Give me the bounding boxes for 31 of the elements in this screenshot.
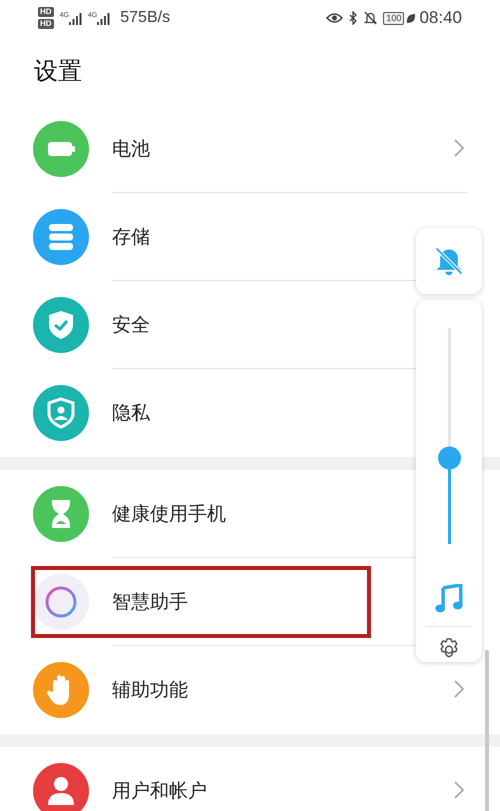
settings-item-label[interactable]: 隐私 (112, 400, 150, 426)
signal-icon (68, 12, 82, 24)
settings-item-label[interactable]: 安全 (112, 312, 150, 338)
settings-item-label[interactable]: 智慧助手 (112, 589, 188, 615)
leaf-icon (406, 12, 416, 24)
settings-item-label[interactable]: 用户和帐户 (112, 778, 207, 804)
slider-thumb[interactable] (438, 446, 460, 470)
bell-off-icon (364, 11, 378, 25)
battery-indicator: 100 (383, 12, 404, 24)
user-icon (33, 763, 89, 811)
signal-icon (97, 12, 110, 24)
shield-person-icon (33, 385, 89, 441)
hd-badge: HD (38, 19, 54, 29)
bluetooth-icon (349, 11, 358, 25)
battery-icon (33, 121, 89, 177)
music-note-icon[interactable] (434, 584, 464, 614)
page-title: 设置 (33, 56, 83, 86)
hd-badge: HD (38, 7, 54, 17)
hourglass-icon (33, 486, 89, 542)
storage-icon (33, 209, 89, 265)
settings-item-label[interactable]: 电池 (112, 136, 150, 162)
settings-item-label[interactable]: 存储 (112, 224, 150, 250)
ringer-toggle[interactable] (416, 228, 482, 294)
shield-check-icon (33, 297, 89, 353)
ring-icon (33, 574, 89, 630)
network-speed: 575B/s (120, 9, 170, 27)
eye-icon (326, 12, 344, 24)
hand-icon (33, 662, 89, 718)
settings-item-label[interactable]: 辅助功能 (112, 677, 188, 703)
clock: 08:40 (419, 8, 462, 28)
settings-item-label[interactable]: 健康使用手机 (112, 501, 226, 527)
